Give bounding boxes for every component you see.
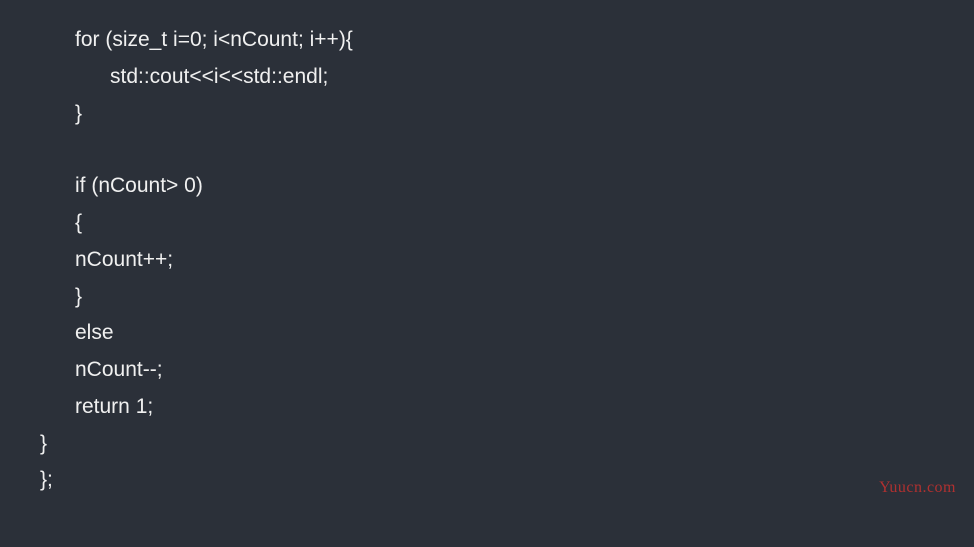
code-line: nCount++; — [0, 242, 974, 279]
code-line: std::cout<<i<<std::endl; — [0, 59, 974, 96]
code-line: }; — [0, 462, 974, 499]
code-editor-viewport[interactable]: for (size_t i=0; i<nCount; i++){ std::co… — [0, 0, 974, 499]
code-line: } — [0, 426, 974, 463]
code-line: else — [0, 315, 974, 352]
watermark-text: Yuucn.com — [879, 479, 956, 497]
code-line: for (size_t i=0; i<nCount; i++){ — [0, 22, 974, 59]
code-line: } — [0, 96, 974, 133]
code-line: nCount--; — [0, 352, 974, 389]
code-line: if (nCount> 0) — [0, 168, 974, 205]
code-line: } — [0, 279, 974, 316]
code-line: { — [0, 205, 974, 242]
code-line: return 1; — [0, 389, 974, 426]
code-blank-line — [0, 132, 974, 168]
